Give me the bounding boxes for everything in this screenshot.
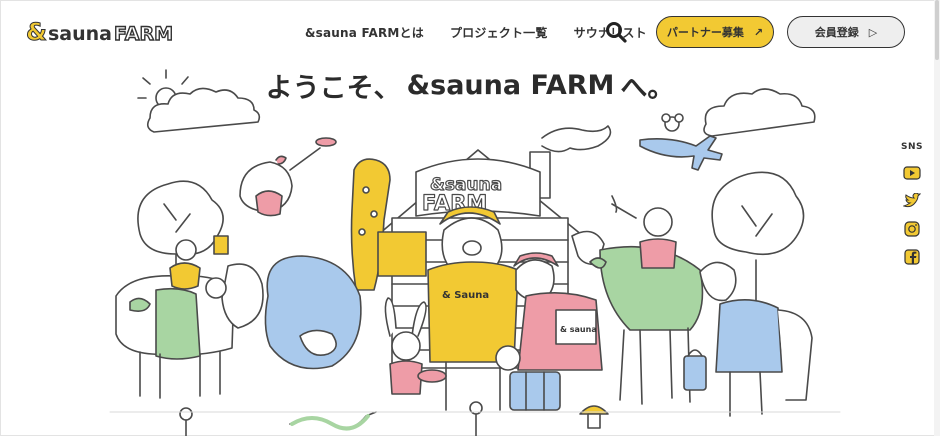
cloud-left <box>146 87 261 133</box>
play-arrow-icon: ▷ <box>868 25 878 39</box>
site-logo[interactable]: & sauna FARM <box>26 18 182 46</box>
mushroom-icon <box>579 405 609 429</box>
lantern-icon <box>683 349 707 391</box>
member-register-label: 会員登録 <box>814 26 859 39</box>
youtube-icon[interactable] <box>903 164 921 182</box>
chimney-smoke <box>541 125 612 153</box>
search-icon[interactable] <box>604 20 628 44</box>
sns-sidebar: SNS <box>898 142 926 276</box>
elephant-illustration <box>264 255 362 370</box>
nav-item-projects[interactable]: プロジェクト一覧 <box>450 24 548 41</box>
logo-graphic: & sauna FARM <box>26 18 174 46</box>
pig-bag-text: & sauna <box>560 325 597 334</box>
logo-ampersand: & <box>26 18 47 46</box>
hero-illustration: &sauna FARM & Sauna & sauna <box>109 69 841 436</box>
logo-name-upper: FARM <box>114 23 173 45</box>
sns-label: SNS <box>901 142 923 152</box>
twitter-icon[interactable] <box>903 192 921 210</box>
bear-shirt-text: & Sauna <box>442 290 489 301</box>
flower-icon <box>179 401 483 436</box>
partner-recruit-label: パートナー募集 <box>666 26 744 39</box>
rooster-illustration <box>239 137 337 217</box>
instagram-icon[interactable] <box>903 220 921 238</box>
external-arrow-icon: ↗ <box>753 25 764 39</box>
site-header: & sauna FARM &sauna FARMとは プロジェクト一覧 サウナリ… <box>0 0 940 64</box>
cloud-right <box>703 88 816 137</box>
facebook-icon[interactable] <box>903 248 921 266</box>
cow-illustration <box>115 235 264 399</box>
nav-item-about[interactable]: &sauna FARMとは <box>305 24 424 41</box>
partner-recruit-button[interactable]: パートナー募集 ↗ <box>656 16 774 48</box>
logo-name-lower: sauna <box>48 23 112 45</box>
member-register-button[interactable]: 会員登録 ▷ <box>787 16 905 48</box>
